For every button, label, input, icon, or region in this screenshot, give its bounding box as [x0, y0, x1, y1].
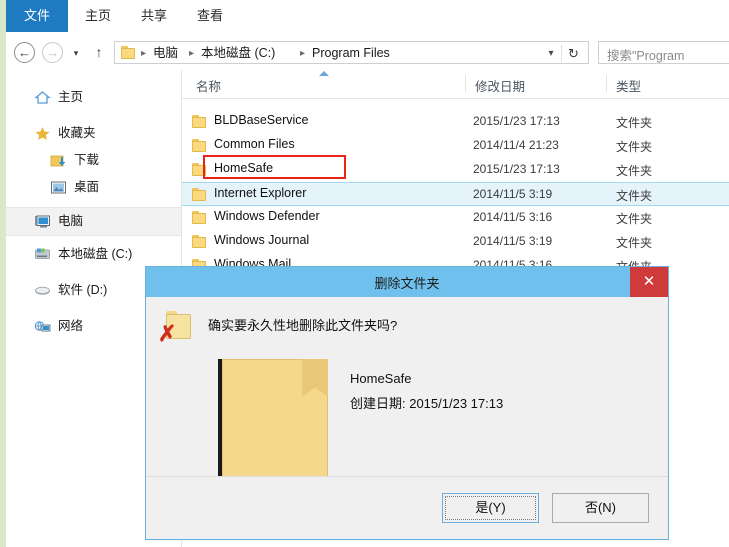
- file-name: Windows Journal: [214, 233, 310, 247]
- annotation-highlight-homesafe: [203, 155, 346, 179]
- file-date: 2014/11/5 3:19: [473, 234, 553, 248]
- tab-file[interactable]: 文件: [6, 0, 68, 32]
- file-date: 2015/1/23 17:13: [473, 114, 560, 128]
- sidebar-item-computer[interactable]: 电脑: [6, 207, 181, 236]
- dialog-title: 删除文件夹: [374, 276, 440, 291]
- address-bar[interactable]: ▸ 电脑 ▸ 本地磁盘 (C:) ▸ Program Files ▾ ↻: [114, 41, 589, 64]
- file-name: BLDBaseService: [214, 113, 309, 127]
- sidebar-item-label: 电脑: [58, 214, 84, 228]
- tab-share[interactable]: 共享: [130, 0, 178, 32]
- column-divider[interactable]: [465, 75, 466, 92]
- dialog-item-name: HomeSafe: [350, 371, 412, 386]
- breadcrumb-computer[interactable]: 电脑: [153, 45, 178, 61]
- delete-folder-icon: ✗: [158, 311, 196, 345]
- file-name: Common Files: [214, 137, 295, 151]
- folder-icon: [192, 188, 207, 201]
- search-placeholder: 搜索"Program: [607, 49, 685, 63]
- column-header-date[interactable]: 修改日期: [475, 76, 525, 95]
- column-header-name[interactable]: 名称: [196, 76, 221, 95]
- table-row[interactable]: BLDBaseService 2015/1/23 17:13 文件夹: [182, 110, 729, 134]
- sidebar-item-label: 网络: [58, 319, 84, 333]
- sort-ascending-icon: [319, 71, 329, 76]
- file-type: 文件夹: [616, 189, 653, 203]
- dialog-button-bar: 是(Y) 否(N): [146, 476, 668, 539]
- sidebar-item-downloads[interactable]: 下载: [6, 147, 181, 174]
- refresh-icon[interactable]: ↻: [565, 45, 582, 62]
- folder-preview-icon: [218, 359, 328, 481]
- address-toolbar: ← → ▾ ↑ ▸ 电脑 ▸ 本地磁盘 (C:) ▸ Program Files…: [6, 34, 729, 70]
- no-button[interactable]: 否(N): [552, 493, 649, 523]
- no-button-label: 否(N): [584, 500, 617, 515]
- forward-button[interactable]: →: [42, 42, 63, 63]
- breadcrumb-separator: ▸: [189, 48, 195, 59]
- search-input[interactable]: 搜索"Program: [598, 41, 729, 64]
- computer-icon: [34, 213, 51, 230]
- folder-icon: [192, 115, 207, 128]
- toolbar-divider: [561, 45, 562, 62]
- file-date: 2014/11/5 3:19: [473, 187, 553, 201]
- downloads-icon: [50, 152, 67, 169]
- column-header-type[interactable]: 类型: [616, 76, 641, 95]
- folder-icon: [192, 139, 207, 152]
- sidebar-item-home[interactable]: 主页: [6, 84, 181, 111]
- file-name: Windows Defender: [214, 209, 320, 223]
- dialog-title-bar: 删除文件夹 ✕: [146, 267, 668, 297]
- tab-view[interactable]: 查看: [186, 0, 234, 32]
- column-header-row: 名称 修改日期 类型: [182, 70, 729, 99]
- sidebar-item-label: 本地磁盘 (C:): [58, 247, 133, 261]
- tab-home[interactable]: 主页: [74, 0, 122, 32]
- recent-locations-icon[interactable]: ▾: [70, 47, 82, 59]
- file-type: 文件夹: [616, 212, 653, 226]
- focus-ring: [445, 496, 536, 520]
- chevron-down-icon[interactable]: ▾: [544, 46, 558, 61]
- table-row[interactable]: Windows Journal 2014/11/5 3:19 文件夹: [182, 230, 729, 254]
- disc-drive-icon: [34, 282, 51, 299]
- folder-icon: [192, 211, 207, 224]
- dialog-message: 确实要永久性地删除此文件夹吗?: [208, 318, 398, 333]
- sidebar-item-label: 收藏夹: [58, 126, 96, 140]
- yes-button[interactable]: 是(Y): [442, 493, 539, 523]
- breadcrumb-program-files[interactable]: Program Files: [312, 45, 390, 61]
- ribbon-tab-bar: 文件 主页 共享 查看: [6, 0, 729, 35]
- back-button[interactable]: ←: [14, 42, 35, 63]
- delete-folder-dialog: 删除文件夹 ✕ ✗ 确实要永久性地删除此文件夹吗? HomeSafe 创建日期:…: [145, 266, 669, 540]
- sidebar-item-label: 主页: [58, 90, 84, 104]
- close-icon[interactable]: ✕: [630, 267, 668, 297]
- breadcrumb-separator: ▸: [300, 48, 306, 59]
- table-row[interactable]: Internet Explorer 2014/11/5 3:19 文件夹: [182, 182, 729, 206]
- table-row[interactable]: Windows Defender 2014/11/5 3:16 文件夹: [182, 206, 729, 230]
- sidebar-item-label: 下载: [74, 153, 100, 167]
- file-date: 2015/1/23 17:13: [473, 162, 560, 176]
- file-type: 文件夹: [616, 236, 653, 250]
- breadcrumb-separator: ▸: [141, 48, 147, 59]
- sidebar-item-desktop[interactable]: 桌面: [6, 174, 181, 201]
- sidebar-item-label: 软件 (D:): [58, 283, 108, 297]
- folder-icon: [192, 235, 207, 248]
- up-one-level-button[interactable]: ↑: [92, 43, 106, 61]
- file-type: 文件夹: [616, 116, 653, 130]
- sidebar-item-favorites[interactable]: 收藏夹: [6, 120, 181, 147]
- file-type: 文件夹: [616, 164, 653, 178]
- breadcrumb-local-disk[interactable]: 本地磁盘 (C:): [201, 45, 275, 61]
- sidebar-item-label: 桌面: [74, 180, 100, 194]
- home-icon: [34, 89, 51, 106]
- harddisk-icon: [34, 246, 51, 263]
- file-type: 文件夹: [616, 140, 653, 154]
- desktop-icon: [50, 179, 67, 196]
- file-date: 2014/11/4 21:23: [473, 138, 559, 152]
- file-date: 2014/11/5 3:16: [473, 210, 553, 224]
- column-divider[interactable]: [606, 75, 607, 92]
- star-icon: [34, 125, 51, 142]
- file-name: Internet Explorer: [214, 186, 307, 200]
- folder-icon: [121, 46, 136, 59]
- sidebar-item-local-disk-c[interactable]: 本地磁盘 (C:): [6, 241, 181, 268]
- network-icon: [34, 318, 51, 335]
- dialog-item-date: 创建日期: 2015/1/23 17:13: [350, 396, 504, 411]
